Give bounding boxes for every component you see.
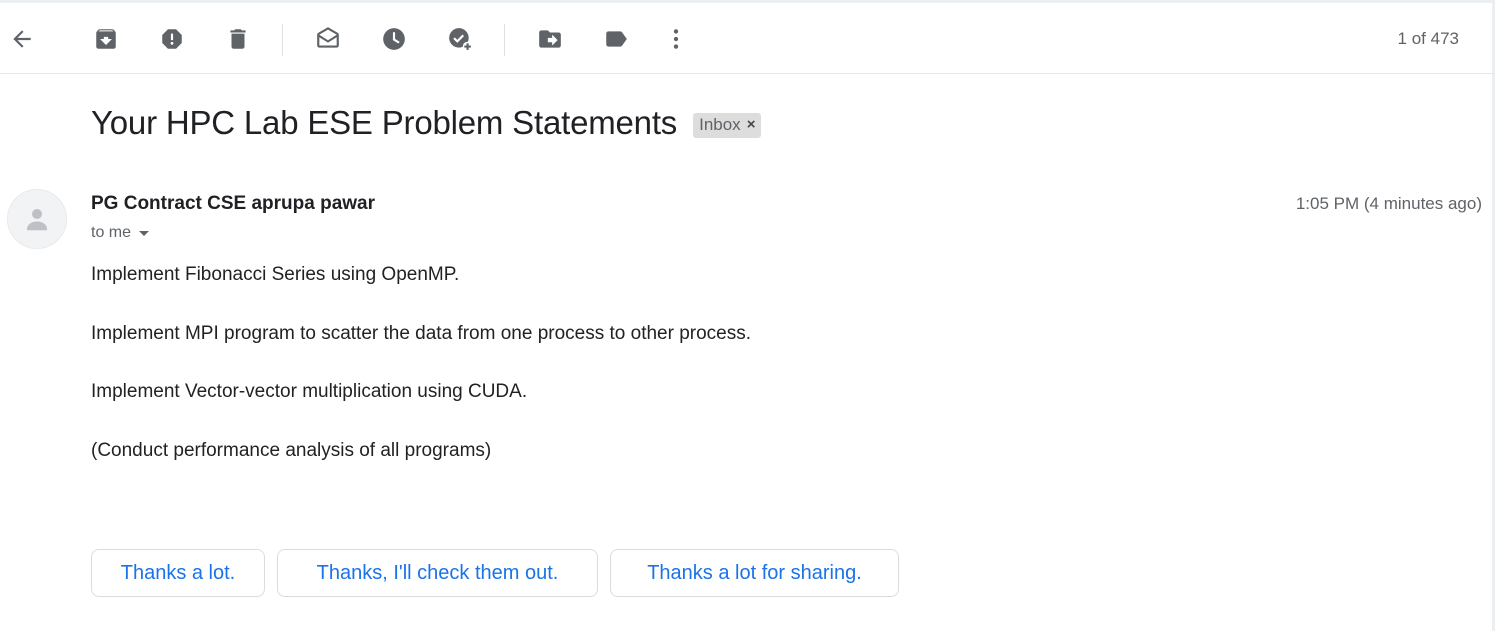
label-chip-text: Inbox — [699, 114, 741, 134]
move-to-button[interactable] — [532, 21, 568, 57]
message-toolbar: 1 of 473 — [0, 3, 1495, 74]
smart-reply-button[interactable]: Thanks, I'll check them out. — [277, 549, 598, 597]
add-to-tasks-icon — [449, 28, 473, 52]
recipient-text: to me — [91, 224, 132, 241]
toolbar-divider — [282, 24, 283, 56]
label-icon — [606, 31, 627, 47]
email-body-line: Implement MPI program to scatter the dat… — [91, 323, 752, 344]
email-body-line: Implement Fibonacci Series using OpenMP. — [91, 264, 460, 285]
back-button[interactable] — [4, 21, 40, 57]
mark-unread-icon — [317, 27, 339, 48]
move-to-icon — [539, 30, 561, 48]
default-person-icon — [27, 209, 47, 231]
sender-name[interactable]: PG Contract CSE aprupa pawar — [91, 193, 375, 215]
remove-label-icon[interactable]: × — [747, 116, 756, 133]
email-body-line: Implement Vector-vector multiplication u… — [91, 381, 528, 402]
inbox-label-chip[interactable]: Inbox × — [693, 112, 762, 138]
back-arrow-icon — [13, 30, 31, 48]
archive-icon — [96, 29, 116, 49]
delete-icon — [230, 29, 246, 49]
smart-reply-button[interactable]: Thanks a lot. — [91, 549, 265, 597]
snooze-button[interactable] — [376, 21, 412, 57]
email-subject: Your HPC Lab ESE Problem Statements — [91, 104, 678, 141]
mark-unread-button[interactable] — [310, 21, 346, 57]
report-spam-button[interactable] — [154, 21, 190, 57]
more-options-icon — [673, 29, 679, 49]
subject-row: Your HPC Lab ESE Problem Statements Inbo… — [91, 104, 762, 142]
add-to-tasks-button[interactable] — [442, 21, 478, 57]
archive-button[interactable] — [88, 21, 124, 57]
more-options-button[interactable] — [658, 21, 694, 57]
report-spam-icon — [162, 29, 182, 49]
recipient-details-toggle[interactable]: to me — [91, 224, 150, 242]
smart-reply-button[interactable]: Thanks a lot for sharing. — [610, 549, 899, 597]
delete-button[interactable] — [220, 21, 256, 57]
label-button[interactable] — [598, 21, 634, 57]
snooze-icon — [383, 28, 405, 50]
message-counter: 1 of 473 — [1397, 29, 1459, 48]
email-timestamp: 1:05 PM (4 minutes ago) — [1295, 194, 1482, 213]
sender-avatar[interactable] — [7, 189, 67, 249]
toolbar-divider — [504, 24, 505, 56]
email-body-line: (Conduct performance analysis of all pro… — [91, 440, 492, 461]
caret-down-icon — [139, 230, 150, 236]
